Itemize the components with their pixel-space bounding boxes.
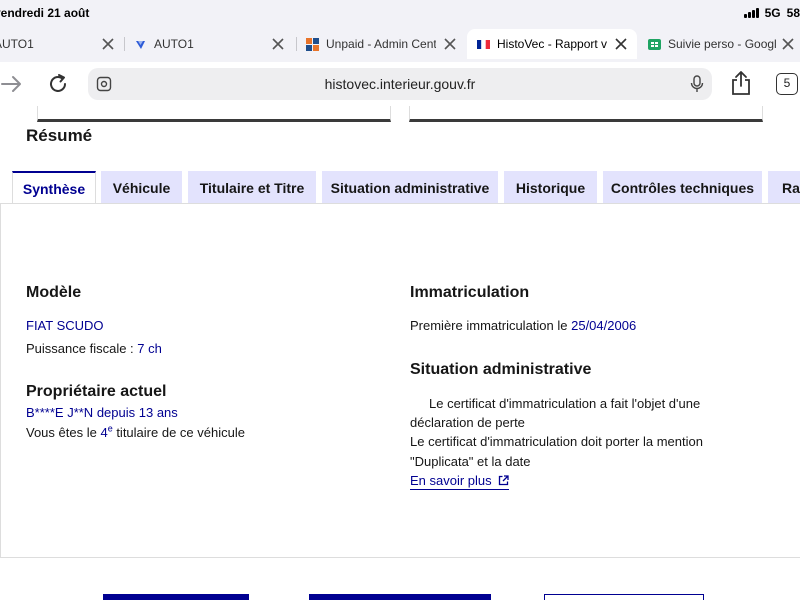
- owner-rank: Vous êtes le 4e titulaire de ce véhicule: [26, 423, 245, 443]
- forward-arrow-icon[interactable]: [0, 74, 24, 94]
- browser-tab-title: Unpaid - Admin Center: [326, 37, 436, 51]
- tab-synthese[interactable]: Synthèse: [12, 171, 96, 205]
- cellular-signal-icon: [743, 8, 759, 18]
- synthese-panel: [0, 203, 800, 558]
- tab-separator: [124, 37, 125, 51]
- status-bar: vendredi 21 août 5G 58: [0, 0, 800, 26]
- admin-line-1: Le certificat d'immatriculation a fait l…: [429, 396, 701, 411]
- fiscal-power: Puissance fiscale : 7 ch: [26, 339, 162, 359]
- owner-rank-suffix: titulaire de ce véhicule: [112, 425, 245, 440]
- action-button[interactable]: [309, 594, 491, 600]
- owner-rank-prefix: Vous êtes le: [26, 425, 101, 440]
- owner-line: B****E J**N depuis 13 ans: [26, 403, 178, 423]
- admin-line-3: Le certificat d'immatriculation doit por…: [410, 434, 703, 449]
- close-tab-icon[interactable]: [613, 36, 629, 52]
- summary-card: [409, 106, 763, 122]
- auto1-icon: [136, 40, 145, 49]
- model-heading: Modèle: [26, 284, 82, 301]
- fiscal-power-value: 7 ch: [137, 341, 162, 356]
- url-text: histovec.interieur.gouv.fr: [324, 76, 476, 92]
- status-date: vendredi 21 août: [0, 6, 90, 20]
- browser-tab-strip: AUTO1 AUTO1 Unpaid - Admin Center HistoV…: [0, 26, 800, 62]
- share-icon[interactable]: [730, 70, 752, 96]
- browser-toolbar: histovec.interieur.gouv.fr 5: [0, 62, 800, 106]
- browser-tab[interactable]: Suivie perso - Google: [648, 29, 800, 59]
- browser-tab-title: Suivie perso - Google: [668, 37, 776, 51]
- learn-more-label: En savoir plus: [410, 473, 492, 488]
- microphone-icon[interactable]: [690, 75, 704, 93]
- browser-tab-title: HistoVec - Rapport v: [497, 37, 608, 51]
- browser-tab-active[interactable]: HistoVec - Rapport v: [467, 29, 637, 59]
- tab-vehicule[interactable]: Véhicule: [101, 171, 182, 204]
- model-name: FIAT SCUDO: [26, 318, 104, 333]
- network-type: 5G: [764, 6, 781, 20]
- browser-tab-title: AUTO1: [0, 37, 34, 51]
- browser-tab-title: AUTO1: [154, 37, 194, 51]
- learn-more-link[interactable]: En savoir plus: [410, 473, 509, 490]
- browser-tab[interactable]: Unpaid - Admin Center: [306, 29, 466, 59]
- grid-icon: [306, 37, 319, 51]
- tab-count-button[interactable]: 5: [776, 73, 798, 95]
- browser-tab[interactable]: AUTO1: [134, 29, 294, 59]
- first-registration: Première immatriculation le 25/04/2006: [410, 316, 636, 336]
- action-button-secondary[interactable]: [544, 594, 704, 600]
- tab-rapport[interactable]: Rap: [768, 171, 800, 204]
- close-tab-icon[interactable]: [780, 36, 796, 52]
- reload-icon[interactable]: [46, 72, 70, 96]
- tab-controles-techniques[interactable]: Contrôles techniques: [603, 171, 762, 204]
- first-registration-date: 25/04/2006: [571, 318, 637, 333]
- close-tab-icon[interactable]: [442, 36, 458, 52]
- admin-situation-heading: Situation administrative: [410, 361, 592, 378]
- browser-tab[interactable]: AUTO1: [0, 29, 124, 59]
- owner-rank-value: 4: [100, 425, 108, 440]
- sheets-icon: [648, 38, 661, 50]
- status-indicators: 5G 58: [743, 6, 800, 20]
- address-bar[interactable]: histovec.interieur.gouv.fr: [88, 68, 712, 100]
- battery-level: 58: [786, 6, 800, 20]
- admin-line-4: "Duplicata" et la date: [410, 454, 531, 469]
- first-registration-label: Première immatriculation le: [410, 318, 572, 333]
- owner-name: B****E J**N: [26, 405, 94, 420]
- close-tab-icon[interactable]: [100, 36, 116, 52]
- owner-heading: Propriétaire actuel: [26, 383, 167, 400]
- admin-line-2: déclaration de perte: [410, 415, 525, 430]
- summary-heading: Résumé: [26, 126, 93, 145]
- close-tab-icon[interactable]: [270, 36, 286, 52]
- external-link-icon: [498, 475, 509, 486]
- fiscal-power-label: Puissance fiscale :: [26, 341, 138, 356]
- tab-titulaire-titre[interactable]: Titulaire et Titre: [188, 171, 316, 204]
- registration-heading: Immatriculation: [410, 284, 530, 301]
- report-tabs: Synthèse Véhicule Titulaire et Titre Sit…: [0, 171, 800, 205]
- tab-situation-administrative[interactable]: Situation administrative: [322, 171, 498, 204]
- france-flag-icon: [477, 39, 490, 49]
- action-button[interactable]: [103, 594, 249, 600]
- tab-historique[interactable]: Historique: [504, 171, 597, 204]
- summary-card: [37, 106, 391, 122]
- owner-since-value: 13 ans: [138, 405, 178, 420]
- owner-since-label: depuis: [93, 405, 139, 420]
- tab-separator: [296, 37, 297, 51]
